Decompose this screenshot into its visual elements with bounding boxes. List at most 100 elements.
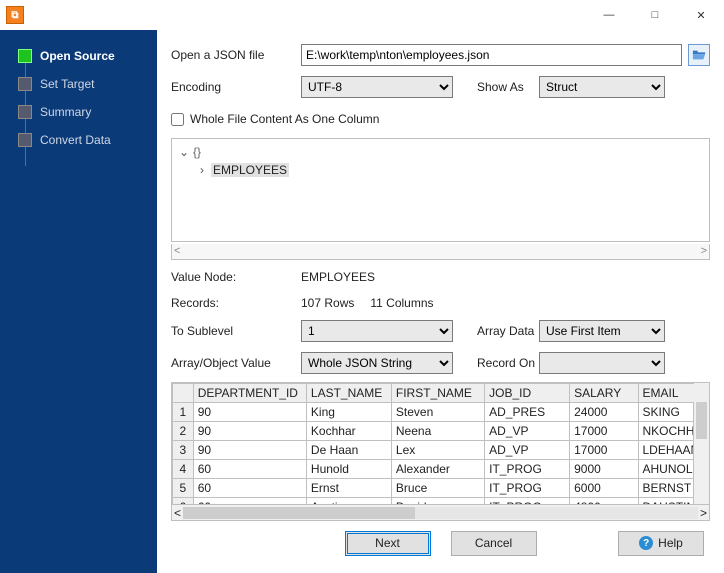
cell[interactable]: 17000 bbox=[570, 421, 638, 440]
row-number[interactable]: 5 bbox=[173, 478, 194, 497]
cell[interactable]: Steven bbox=[391, 402, 484, 421]
cell[interactable]: 9000 bbox=[570, 459, 638, 478]
sublevel-label: To Sublevel bbox=[171, 324, 301, 338]
cell[interactable]: Neena bbox=[391, 421, 484, 440]
show-as-label: Show As bbox=[453, 80, 539, 94]
row-header[interactable] bbox=[173, 383, 194, 402]
encoding-label: Encoding bbox=[171, 80, 301, 94]
cell[interactable]: 60 bbox=[193, 459, 306, 478]
tree-expand-icon[interactable]: › bbox=[196, 163, 208, 177]
cell[interactable]: Austin bbox=[306, 497, 391, 505]
cell[interactable]: David bbox=[391, 497, 484, 505]
record-on-label: Record On bbox=[453, 356, 539, 370]
cell[interactable]: Kochhar bbox=[306, 421, 391, 440]
whole-file-checkbox[interactable] bbox=[171, 113, 184, 126]
value-node-label: Value Node: bbox=[171, 270, 301, 284]
cell[interactable]: De Haan bbox=[306, 440, 391, 459]
horizontal-scrollbar[interactable]: < > bbox=[171, 505, 710, 521]
column-header[interactable]: EMAIL bbox=[638, 383, 709, 402]
cell[interactable]: Lex bbox=[391, 440, 484, 459]
array-data-label: Array Data bbox=[453, 324, 539, 338]
json-tree[interactable]: ⌄ {} › EMPLOYEES bbox=[171, 138, 710, 242]
row-number[interactable]: 1 bbox=[173, 402, 194, 421]
tree-employees-node[interactable]: EMPLOYEES bbox=[211, 163, 289, 177]
step-marker-icon bbox=[18, 133, 32, 147]
cell[interactable]: 17000 bbox=[570, 440, 638, 459]
step-summary[interactable]: Summary bbox=[0, 98, 157, 126]
wizard-sidebar: Open Source Set Target Summary Convert D… bbox=[0, 30, 157, 573]
aov-label: Array/Object Value bbox=[171, 356, 301, 370]
records-label: Records: bbox=[171, 296, 301, 310]
content-panel: Open a JSON file Encoding UTF-8 Show As … bbox=[157, 30, 724, 573]
row-number[interactable]: 4 bbox=[173, 459, 194, 478]
open-file-label: Open a JSON file bbox=[171, 48, 301, 62]
cell[interactable]: 90 bbox=[193, 402, 306, 421]
next-button[interactable]: Next bbox=[345, 531, 431, 556]
cell[interactable]: King bbox=[306, 402, 391, 421]
cell[interactable]: AD_VP bbox=[485, 440, 570, 459]
aov-select[interactable]: Whole JSON String bbox=[301, 352, 453, 374]
scroll-left-icon[interactable]: < bbox=[174, 506, 181, 520]
step-label: Convert Data bbox=[40, 133, 111, 147]
cell[interactable]: 24000 bbox=[570, 402, 638, 421]
step-set-target[interactable]: Set Target bbox=[0, 70, 157, 98]
cell[interactable]: IT_PROG bbox=[485, 459, 570, 478]
cell[interactable]: Bruce bbox=[391, 478, 484, 497]
row-number[interactable]: 6 bbox=[173, 497, 194, 505]
tree-scrollbar[interactable]: <> bbox=[171, 244, 710, 260]
step-label: Summary bbox=[40, 105, 91, 119]
step-open-source[interactable]: Open Source bbox=[0, 42, 157, 70]
record-on-select[interactable] bbox=[539, 352, 665, 374]
cell[interactable]: 60 bbox=[193, 478, 306, 497]
step-marker-icon bbox=[18, 49, 32, 63]
column-header[interactable]: LAST_NAME bbox=[306, 383, 391, 402]
tree-collapse-icon[interactable]: ⌄ bbox=[178, 145, 190, 159]
cell[interactable]: 4800 bbox=[570, 497, 638, 505]
cell[interactable]: IT_PROG bbox=[485, 478, 570, 497]
sublevel-select[interactable]: 1 bbox=[301, 320, 453, 342]
column-header[interactable]: DEPARTMENT_ID bbox=[193, 383, 306, 402]
cell[interactable]: Hunold bbox=[306, 459, 391, 478]
close-button[interactable]: ✕ bbox=[678, 0, 724, 30]
scroll-right-icon[interactable]: > bbox=[700, 506, 707, 520]
help-icon: ? bbox=[639, 536, 653, 550]
file-path-input[interactable] bbox=[301, 44, 682, 66]
column-header[interactable]: SALARY bbox=[570, 383, 638, 402]
preview-grid[interactable]: DEPARTMENT_IDLAST_NAMEFIRST_NAMEJOB_IDSA… bbox=[171, 382, 710, 506]
cell[interactable]: AD_VP bbox=[485, 421, 570, 440]
cancel-button[interactable]: Cancel bbox=[451, 531, 537, 556]
records-value: 107 Rows11 Columns bbox=[301, 296, 434, 310]
column-header[interactable]: JOB_ID bbox=[485, 383, 570, 402]
cell[interactable]: 60 bbox=[193, 497, 306, 505]
step-label: Set Target bbox=[40, 77, 94, 91]
button-bar: Next Cancel ? Help bbox=[171, 521, 710, 565]
cell[interactable]: IT_PROG bbox=[485, 497, 570, 505]
tree-root-node[interactable]: {} bbox=[193, 145, 201, 159]
folder-open-icon bbox=[692, 48, 706, 62]
cell[interactable]: 6000 bbox=[570, 478, 638, 497]
row-number[interactable]: 3 bbox=[173, 440, 194, 459]
whole-file-label: Whole File Content As One Column bbox=[190, 112, 379, 126]
column-header[interactable]: FIRST_NAME bbox=[391, 383, 484, 402]
help-button[interactable]: ? Help bbox=[618, 531, 704, 556]
cell[interactable]: 90 bbox=[193, 421, 306, 440]
cell[interactable]: Alexander bbox=[391, 459, 484, 478]
minimize-button[interactable]: — bbox=[586, 0, 632, 30]
window-buttons: — □ ✕ bbox=[586, 0, 724, 30]
step-label: Open Source bbox=[40, 49, 115, 63]
show-as-select[interactable]: Struct bbox=[539, 76, 665, 98]
array-data-select[interactable]: Use First Item bbox=[539, 320, 665, 342]
row-number[interactable]: 2 bbox=[173, 421, 194, 440]
step-convert-data[interactable]: Convert Data bbox=[0, 126, 157, 154]
encoding-select[interactable]: UTF-8 bbox=[301, 76, 453, 98]
step-marker-icon bbox=[18, 105, 32, 119]
cell[interactable]: 90 bbox=[193, 440, 306, 459]
app-icon: ⧉ bbox=[6, 6, 24, 24]
step-marker-icon bbox=[18, 77, 32, 91]
title-bar: ⧉ — □ ✕ bbox=[0, 0, 724, 30]
cell[interactable]: AD_PRES bbox=[485, 402, 570, 421]
maximize-button[interactable]: □ bbox=[632, 0, 678, 30]
cell[interactable]: Ernst bbox=[306, 478, 391, 497]
browse-button[interactable] bbox=[688, 44, 710, 66]
value-node-value: EMPLOYEES bbox=[301, 270, 375, 284]
